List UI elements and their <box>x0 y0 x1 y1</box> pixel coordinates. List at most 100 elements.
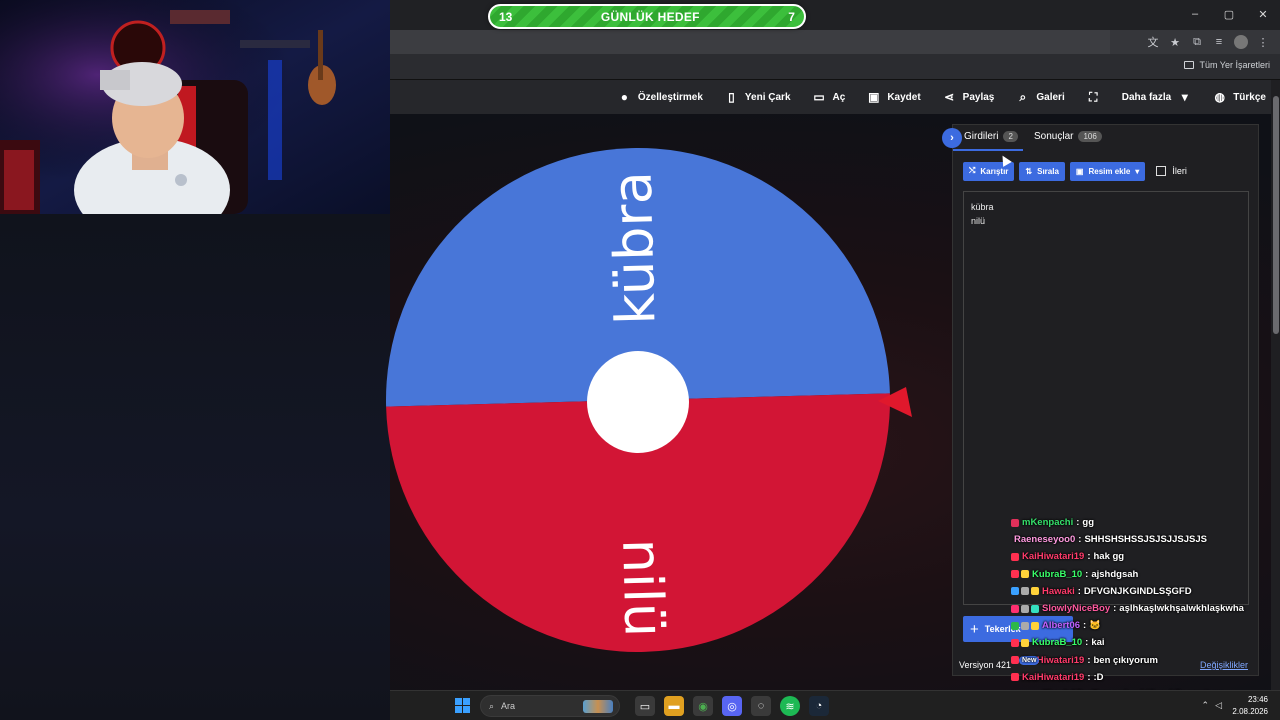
image-icon: ▣ <box>1075 166 1084 176</box>
search-icon: ⌕ <box>1019 89 1027 104</box>
minimize-icon[interactable]: – <box>1178 0 1212 28</box>
star-icon[interactable]: ★ <box>1168 35 1182 49</box>
chat-message: SlowlyNiceBoy: aşlhkaşlwkhşalwkhlaşkwha <box>1011 600 1277 617</box>
menu-label: Galeri <box>1036 91 1065 103</box>
chat-badge-icon <box>1011 518 1019 527</box>
menu-fullscreen[interactable]: ⛶ <box>1087 90 1100 105</box>
search-placeholder: Ara <box>501 701 516 711</box>
chat-badge-icon <box>1031 621 1039 630</box>
menu-new-wheel[interactable]: ▯ Yeni Çark <box>725 90 790 104</box>
button-label: Sırala <box>1037 166 1059 176</box>
address-bar[interactable] <box>390 30 1110 54</box>
chat-username: Albert06 <box>1042 620 1081 632</box>
kebab-menu-icon[interactable]: ⋮ <box>1256 35 1270 49</box>
chevron-down-icon: ▾ <box>1181 90 1188 104</box>
chat-text: :D <box>1093 671 1104 683</box>
chat-text: gg <box>1082 517 1094 529</box>
chat-message: KaiHiwatari19::D <box>1011 669 1277 686</box>
close-icon[interactable]: ✕ <box>1246 0 1280 28</box>
menu-more[interactable]: Daha fazla ▾ <box>1122 90 1191 104</box>
search-highlight-image <box>583 700 613 713</box>
sort-button[interactable]: ⇅ Sırala <box>1019 161 1065 181</box>
chat-badge-icon <box>1011 587 1019 596</box>
tab-entries[interactable]: Girdileri 2 <box>964 131 1018 142</box>
chrome-icon[interactable]: ◉ <box>693 696 713 716</box>
steam-icon[interactable]: ◔ <box>809 696 829 716</box>
chat-badge-icon <box>1021 570 1029 579</box>
all-bookmarks[interactable]: Tüm Yer İşaretleri <box>1184 60 1270 70</box>
add-image-button[interactable]: ▣ Resim ekle ▾ <box>1069 161 1146 181</box>
chat-message: KaiHiwatari19: ben çıkıyorum New <box>1011 652 1277 669</box>
chat-badge-icon <box>1021 621 1029 630</box>
profile-avatar[interactable] <box>1234 35 1248 49</box>
chat-badges <box>1011 552 1019 561</box>
menu-open[interactable]: ▭ Aç <box>813 90 845 104</box>
task-view-icon[interactable]: ▭ <box>635 696 655 716</box>
advanced-toggle[interactable]: İleri <box>1156 166 1187 176</box>
chat-separator: : <box>1087 671 1091 683</box>
menu-language[interactable]: ◍ Türkçe <box>1213 90 1266 104</box>
chat-username: SlowlyNiceBoy <box>1042 603 1111 615</box>
app-icon[interactable]: ◌ <box>751 696 771 716</box>
palette-icon: ● <box>620 90 628 104</box>
tab-search-icon[interactable]: ≡ <box>1212 35 1226 49</box>
entry-line: nilü <box>971 216 986 226</box>
chevron-up-icon[interactable]: ⌃ <box>1202 700 1210 711</box>
taskbar-clock[interactable]: 23:46 2.08.2026 <box>1232 694 1268 718</box>
chat-badge-icon <box>1021 587 1029 596</box>
webcam-overlay <box>0 0 390 214</box>
menu-customize[interactable]: ● Özelleştirmek <box>618 90 703 104</box>
chat-badge-icon <box>1011 604 1019 613</box>
chat-message: Albert06: 🐱 <box>1011 617 1277 634</box>
menu-save[interactable]: ▣ Kaydet <box>867 90 921 104</box>
chat-badges <box>1011 638 1029 647</box>
volume-icon[interactable]: ◁ <box>1215 700 1222 711</box>
translate-icon[interactable]: 文 <box>1146 35 1160 49</box>
chat-username: KubraB_10 <box>1032 637 1083 649</box>
wheel-center[interactable] <box>587 351 689 453</box>
version-text: Versiyon 421 <box>959 660 1012 670</box>
spotify-icon[interactable]: ≋ <box>780 696 800 716</box>
wheel-pointer-icon <box>878 387 912 417</box>
start-button[interactable] <box>455 698 470 713</box>
folder-open-icon: ▭ <box>813 90 825 104</box>
discord-icon[interactable]: ◎ <box>722 696 742 716</box>
chat-separator: : <box>1087 551 1091 563</box>
chat-badge-icon <box>1031 604 1039 613</box>
active-tab-indicator <box>953 149 1023 151</box>
fullscreen-icon: ⛶ <box>1089 89 1098 104</box>
goal-title: GÜNLÜK HEDEF <box>600 9 700 24</box>
folder-icon <box>1184 61 1195 69</box>
chat-badge-icon <box>1011 656 1019 665</box>
advanced-checkbox[interactable] <box>1156 166 1167 176</box>
scrollbar-thumb[interactable] <box>1273 96 1279 334</box>
clock-date: 2.08.2026 <box>1232 707 1268 716</box>
chat-badges <box>1011 621 1039 630</box>
chat-badges <box>1011 587 1039 596</box>
goal-right-value: 7 <box>788 9 795 24</box>
extensions-icon[interactable]: ⧉ <box>1190 35 1204 49</box>
file-explorer-icon[interactable]: ▬ <box>664 696 684 716</box>
new-file-icon: ▯ <box>728 90 735 104</box>
chat-separator: : <box>1077 585 1081 597</box>
taskbar-search[interactable]: ⌕ Ara <box>480 695 620 717</box>
restore-icon[interactable]: ▢ <box>1212 0 1246 28</box>
chat-badge-icon <box>1011 638 1019 647</box>
bookmarks-bar: Tüm Yer İşaretleri <box>390 54 1280 80</box>
collapse-panel-button[interactable]: › <box>942 128 962 148</box>
menu-share[interactable]: ⋖ Paylaş <box>943 90 994 104</box>
chat-badge-icon <box>1021 638 1029 647</box>
header-menu: ● Özelleştirmek ▯ Yeni Çark ▭ Aç ▣ Kayde… <box>618 80 1266 114</box>
menu-label: Özelleştirmek <box>637 91 703 103</box>
chat-username: KaiHiwatari19 <box>1022 671 1085 683</box>
menu-gallery[interactable]: ⌕ Galeri <box>1016 89 1065 105</box>
tab-results[interactable]: Sonuçlar 106 <box>1034 131 1102 142</box>
chat-badges <box>1011 518 1019 527</box>
spin-wheel[interactable]: kübra nilü <box>386 148 890 652</box>
chat-username: KubraB_10 <box>1032 568 1083 580</box>
entries-toolbar: ⤭ Karıştır ⇅ Sırala ▣ Resim ekle ▾ İleri <box>963 161 1187 181</box>
search-icon: ⌕ <box>489 700 495 711</box>
plus-icon: + <box>970 620 979 638</box>
daily-goal-bar: 13 GÜNLÜK HEDEF 7 <box>488 4 806 29</box>
chat-text: ajshdgsah <box>1091 568 1139 580</box>
